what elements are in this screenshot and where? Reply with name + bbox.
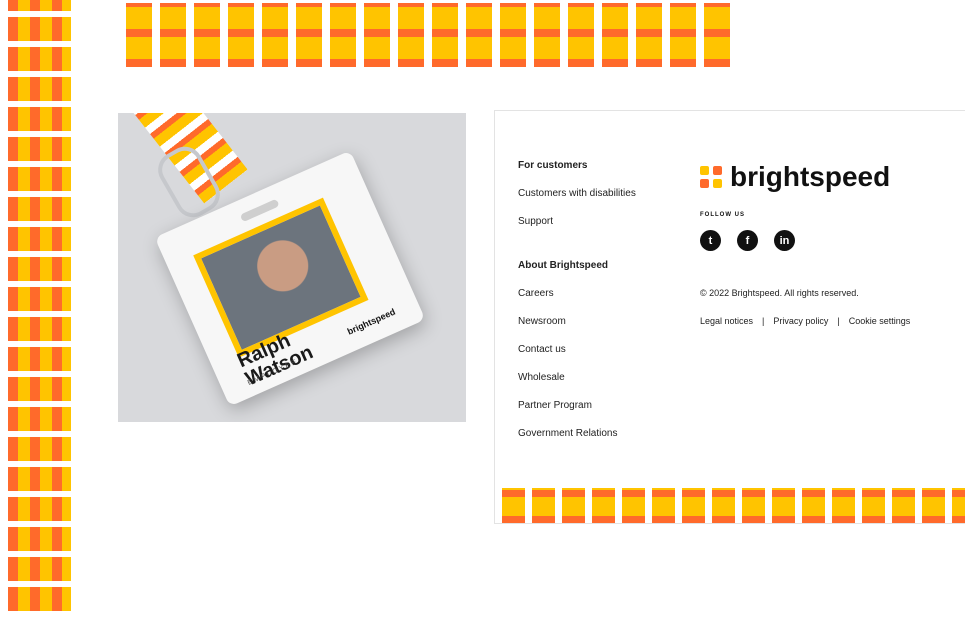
facebook-icon[interactable]: f bbox=[737, 230, 758, 251]
id-badge-photo: Ralph Watson EMPLOYEE brightspeed bbox=[118, 113, 466, 422]
legal-links: Legal notices | Privacy policy | Cookie … bbox=[700, 316, 910, 326]
brand-mark-icon bbox=[700, 166, 722, 188]
link-contact-us[interactable]: Contact us bbox=[518, 343, 688, 371]
link-support[interactable]: Support bbox=[518, 215, 688, 243]
link-careers[interactable]: Careers bbox=[518, 287, 688, 315]
pattern-strip-top bbox=[118, 3, 738, 67]
link-customers-with-disabilities[interactable]: Customers with disabilities bbox=[518, 187, 688, 215]
link-for-customers: For customers bbox=[518, 160, 588, 171]
link-partner-program[interactable]: Partner Program bbox=[518, 399, 688, 427]
brand-logo[interactable]: brightspeed bbox=[700, 161, 890, 193]
pattern-strip-footer bbox=[495, 488, 965, 523]
link-wholesale[interactable]: Wholesale bbox=[518, 371, 688, 399]
badge-logo: brightspeed bbox=[345, 306, 397, 337]
legal-separator: | bbox=[837, 316, 840, 326]
social-links: t f in bbox=[700, 230, 795, 251]
pattern-strip-vertical bbox=[8, 0, 71, 617]
legal-separator: | bbox=[762, 316, 765, 326]
link-newsroom[interactable]: Newsroom bbox=[518, 315, 688, 343]
footer-card: For customers Customers with disabilitie… bbox=[494, 110, 965, 524]
twitter-icon[interactable]: t bbox=[700, 230, 721, 251]
link-government-relations[interactable]: Government Relations bbox=[518, 427, 688, 455]
link-about-brightspeed: About Brightspeed bbox=[518, 260, 608, 271]
cookie-settings-link[interactable]: Cookie settings bbox=[849, 316, 911, 326]
footer-links: For customers Customers with disabilitie… bbox=[518, 159, 688, 455]
brand-name: brightspeed bbox=[730, 161, 891, 192]
legal-notices-link[interactable]: Legal notices bbox=[700, 316, 753, 326]
linkedin-icon[interactable]: in bbox=[774, 230, 795, 251]
copyright-text: © 2022 Brightspeed. All rights reserved. bbox=[700, 288, 859, 298]
follow-us-label: FOLLOW US bbox=[700, 212, 745, 218]
privacy-policy-link[interactable]: Privacy policy bbox=[773, 316, 828, 326]
